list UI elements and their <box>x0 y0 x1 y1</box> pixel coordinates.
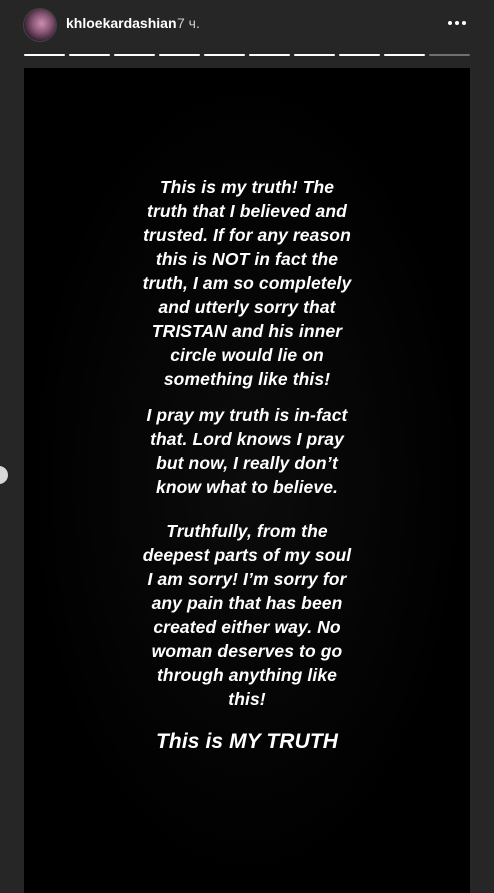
username[interactable]: khloekardashian <box>66 14 177 32</box>
progress-segment-current <box>429 54 470 56</box>
story-paragraph-2: I pray my truth is in-fact that. Lord kn… <box>146 405 348 497</box>
story-progress-bar <box>24 54 470 57</box>
dot-1 <box>448 21 452 25</box>
progress-segment <box>204 54 245 56</box>
dot-2 <box>455 21 459 25</box>
story-viewer: khloekardashian 7 ч. This is my truth! T… <box>0 0 494 893</box>
progress-segment <box>384 54 425 56</box>
progress-segment <box>24 54 65 56</box>
story-content[interactable]: This is my truth! The truth that I belie… <box>24 68 470 893</box>
progress-segment <box>249 54 290 56</box>
progress-segment <box>294 54 335 56</box>
progress-segment <box>69 54 110 56</box>
more-options-icon[interactable] <box>444 10 470 36</box>
story-paragraph-3: Truthfully, from the deepest parts of my… <box>142 521 352 709</box>
progress-segment <box>114 54 155 56</box>
story-closing-line: This is MY TRUTH <box>155 730 339 753</box>
story-header: khloekardashian 7 ч. <box>0 0 494 50</box>
post-time: 7 ч. <box>177 15 200 31</box>
story-paragraph-1: This is my truth! The truth that I belie… <box>142 177 352 389</box>
progress-segment <box>159 54 200 56</box>
avatar[interactable] <box>24 9 56 41</box>
previous-story-button[interactable] <box>0 466 8 484</box>
progress-segment <box>339 54 380 56</box>
dot-3 <box>462 21 466 25</box>
